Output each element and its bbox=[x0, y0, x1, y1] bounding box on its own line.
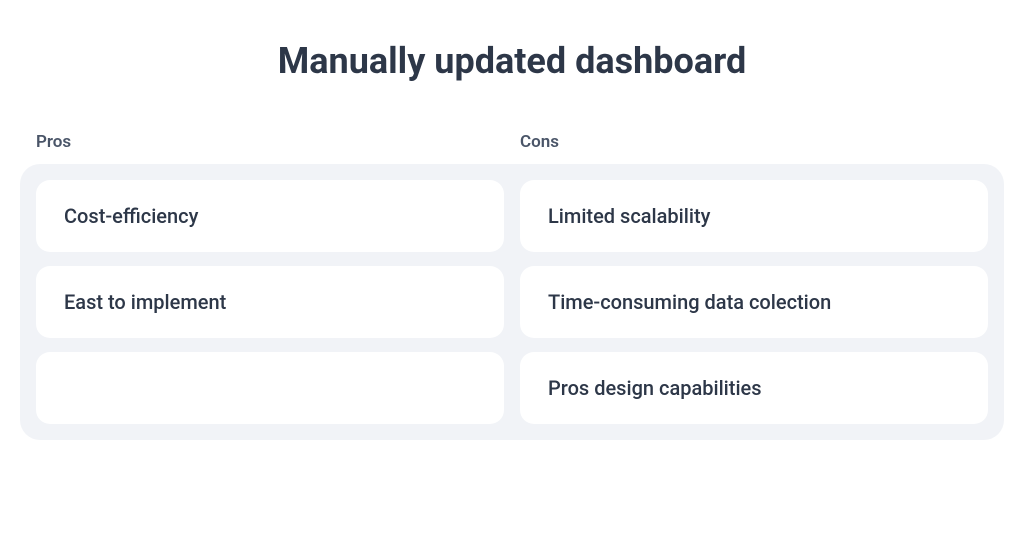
con-cell: Limited scalability bbox=[520, 180, 988, 252]
table-row: Pros design capabilities bbox=[36, 352, 988, 424]
pros-column-label: Pros bbox=[36, 132, 504, 152]
table-row: East to implement Time-consuming data co… bbox=[36, 266, 988, 338]
cons-column-label: Cons bbox=[520, 132, 988, 152]
table-row: Cost-efficiency Limited scalability bbox=[36, 180, 988, 252]
pro-cell: Cost-efficiency bbox=[36, 180, 504, 252]
con-cell: Time-consuming data colection bbox=[520, 266, 988, 338]
pro-cell bbox=[36, 352, 504, 424]
page-title: Manually updated dashboard bbox=[20, 40, 1004, 82]
columns-header: Pros Cons bbox=[20, 132, 1004, 152]
con-cell: Pros design capabilities bbox=[520, 352, 988, 424]
comparison-table: Cost-efficiency Limited scalability East… bbox=[20, 164, 1004, 440]
pro-cell: East to implement bbox=[36, 266, 504, 338]
